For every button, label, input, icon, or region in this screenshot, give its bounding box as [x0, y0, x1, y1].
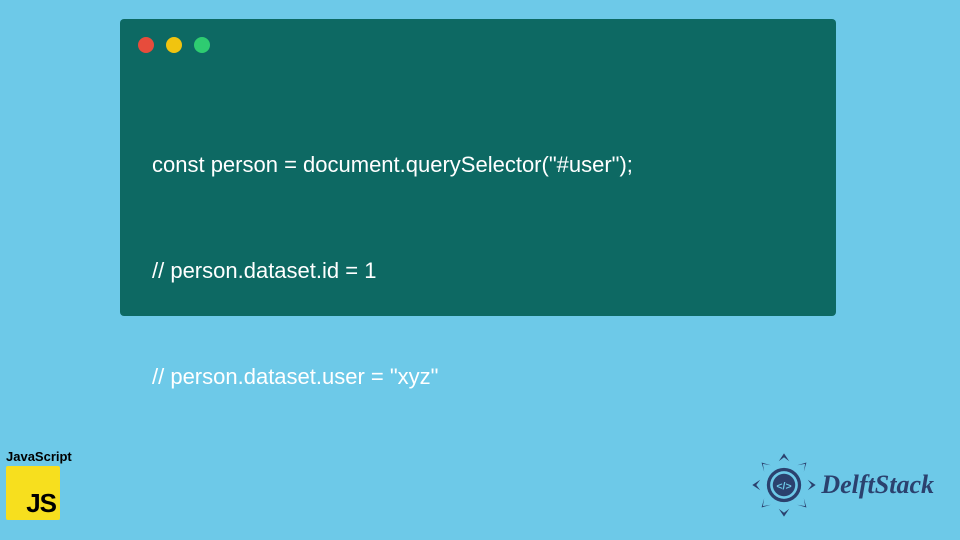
delftstack-name: DelftStack — [821, 470, 934, 500]
code-blank-line — [152, 464, 816, 486]
code-line: const person = document.querySelector("#… — [152, 147, 816, 182]
delftstack-brand: </> DelftStack — [751, 452, 934, 518]
close-icon — [138, 37, 154, 53]
delftstack-logo-icon: </> — [751, 452, 817, 518]
maximize-icon — [194, 37, 210, 53]
javascript-logo-icon — [6, 466, 60, 520]
svg-text:</>: </> — [777, 481, 792, 493]
javascript-label: JavaScript — [6, 449, 72, 464]
javascript-badge: JavaScript — [6, 449, 72, 520]
window-traffic-lights — [138, 37, 210, 53]
minimize-icon — [166, 37, 182, 53]
code-line: // person.dataset.user = "xyz" — [152, 359, 816, 394]
code-line: // person.dataset.id = 1 — [152, 253, 816, 288]
code-window: const person = document.querySelector("#… — [120, 19, 836, 316]
code-body: const person = document.querySelector("#… — [152, 77, 816, 540]
